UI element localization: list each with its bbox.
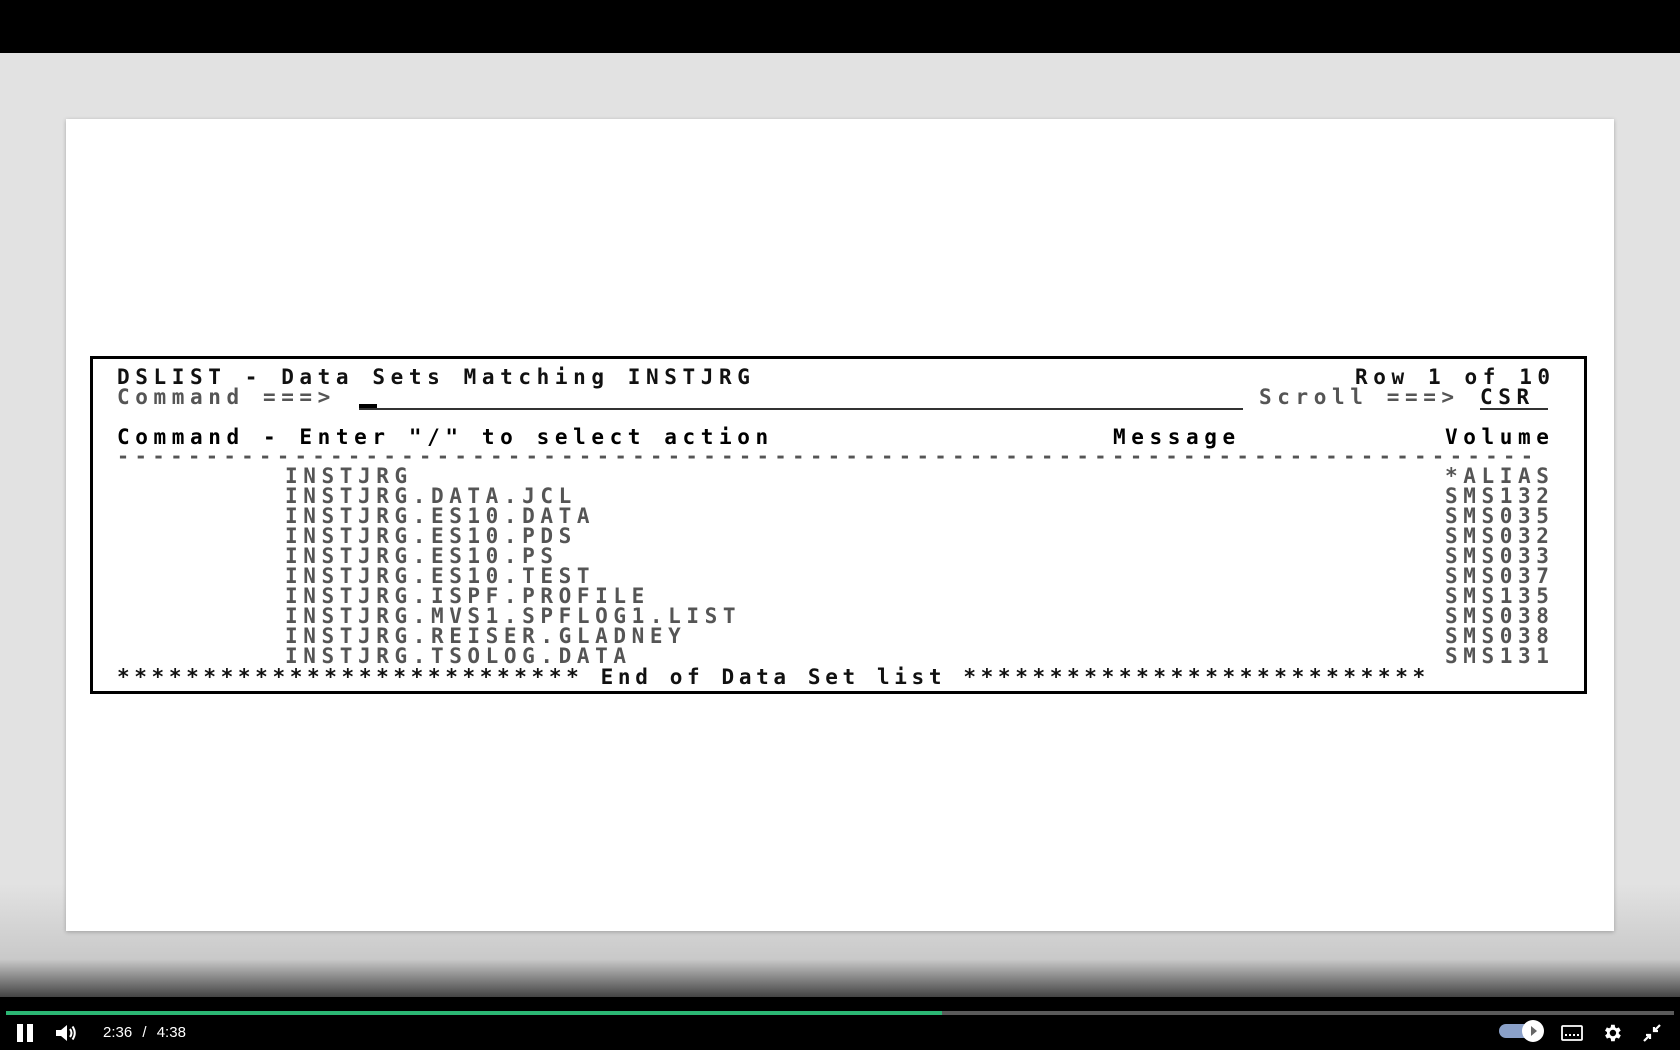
dataset-name[interactable]: INSTJRG.TSOLOG.DATA [285, 646, 632, 667]
dataset-volume: *ALIAS [1445, 464, 1555, 488]
player-controls: 2:36 / 4:38 [0, 997, 1680, 1050]
column-header-message: Message [1113, 425, 1241, 449]
column-header-command: Command - Enter "/" to select action [117, 425, 774, 449]
volume-icon [56, 1025, 76, 1041]
top-bar [0, 0, 1680, 53]
scroll-label: Scroll ===> [1259, 385, 1460, 409]
dataset-volume: SMS033 [1445, 544, 1555, 568]
dataset-volume: SMS032 [1445, 524, 1555, 548]
volume-button[interactable] [54, 1022, 78, 1044]
row-info: Row 1 of 10 [1355, 365, 1556, 389]
time-display: 2:36 / 4:38 [100, 1024, 189, 1041]
video-player: DSLIST - Data Sets Matching INSTJRG Row … [0, 0, 1680, 1050]
current-time: 2:36 [103, 1024, 133, 1041]
dataset-volume: SMS038 [1445, 624, 1555, 648]
dataset-name[interactable]: INSTJRG.ISPF.PROFILE [285, 586, 650, 607]
time-separator: / [142, 1024, 147, 1041]
play-icon [1531, 1026, 1537, 1036]
dataset-volume: SMS135 [1445, 584, 1555, 608]
dataset-volume: SMS132 [1445, 484, 1555, 508]
dataset-volume: SMS131 [1445, 644, 1555, 668]
dataset-volume: SMS038 [1445, 604, 1555, 628]
dataset-name[interactable]: INSTJRG.DATA.JCL [285, 486, 577, 507]
dataset-name[interactable]: INSTJRG.REISER.GLADNEY [285, 626, 686, 647]
dataset-name[interactable]: INSTJRG.ES10.TEST [285, 566, 595, 587]
panel-title: DSLIST - Data Sets Matching INSTJRG [117, 365, 756, 389]
progress-fill [6, 1011, 942, 1015]
end-of-list-footer: *************************** End of Data … [117, 665, 1430, 689]
dataset-name[interactable]: INSTJRG.ES10.PDS [285, 526, 577, 547]
progress-bar[interactable] [6, 1011, 1674, 1015]
duration: 4:38 [156, 1024, 186, 1041]
dataset-volume: SMS035 [1445, 504, 1555, 528]
command-input[interactable] [359, 408, 1243, 410]
exit-fullscreen-icon [1643, 1024, 1661, 1042]
header-separator: ----------------------------------------… [117, 446, 1539, 466]
column-header-volume: Volume [1445, 425, 1555, 449]
dataset-name[interactable]: INSTJRG.ES10.DATA [285, 506, 595, 527]
settings-icon [1605, 1024, 1621, 1042]
autoplay-toggle-knob[interactable] [1522, 1020, 1544, 1042]
settings-button[interactable] [1600, 1022, 1624, 1044]
captions-icon [1561, 1025, 1583, 1041]
pause-icon [17, 1024, 33, 1042]
scroll-input-underline [1480, 408, 1548, 410]
dataset-volume: SMS037 [1445, 564, 1555, 588]
exit-fullscreen-button[interactable] [1640, 1022, 1664, 1044]
scroll-value[interactable]: CSR [1480, 387, 1535, 408]
pause-button[interactable] [14, 1022, 36, 1044]
command-label: Command ===> [117, 385, 336, 409]
dataset-name[interactable]: INSTJRG [285, 466, 413, 487]
ispf-dslist-screen: DSLIST - Data Sets Matching INSTJRG Row … [90, 356, 1587, 694]
captions-button[interactable] [1560, 1022, 1584, 1044]
dataset-name[interactable]: INSTJRG.ES10.PS [285, 546, 559, 567]
dataset-name[interactable]: INSTJRG.MVS1.SPFLOG1.LIST [285, 606, 741, 627]
